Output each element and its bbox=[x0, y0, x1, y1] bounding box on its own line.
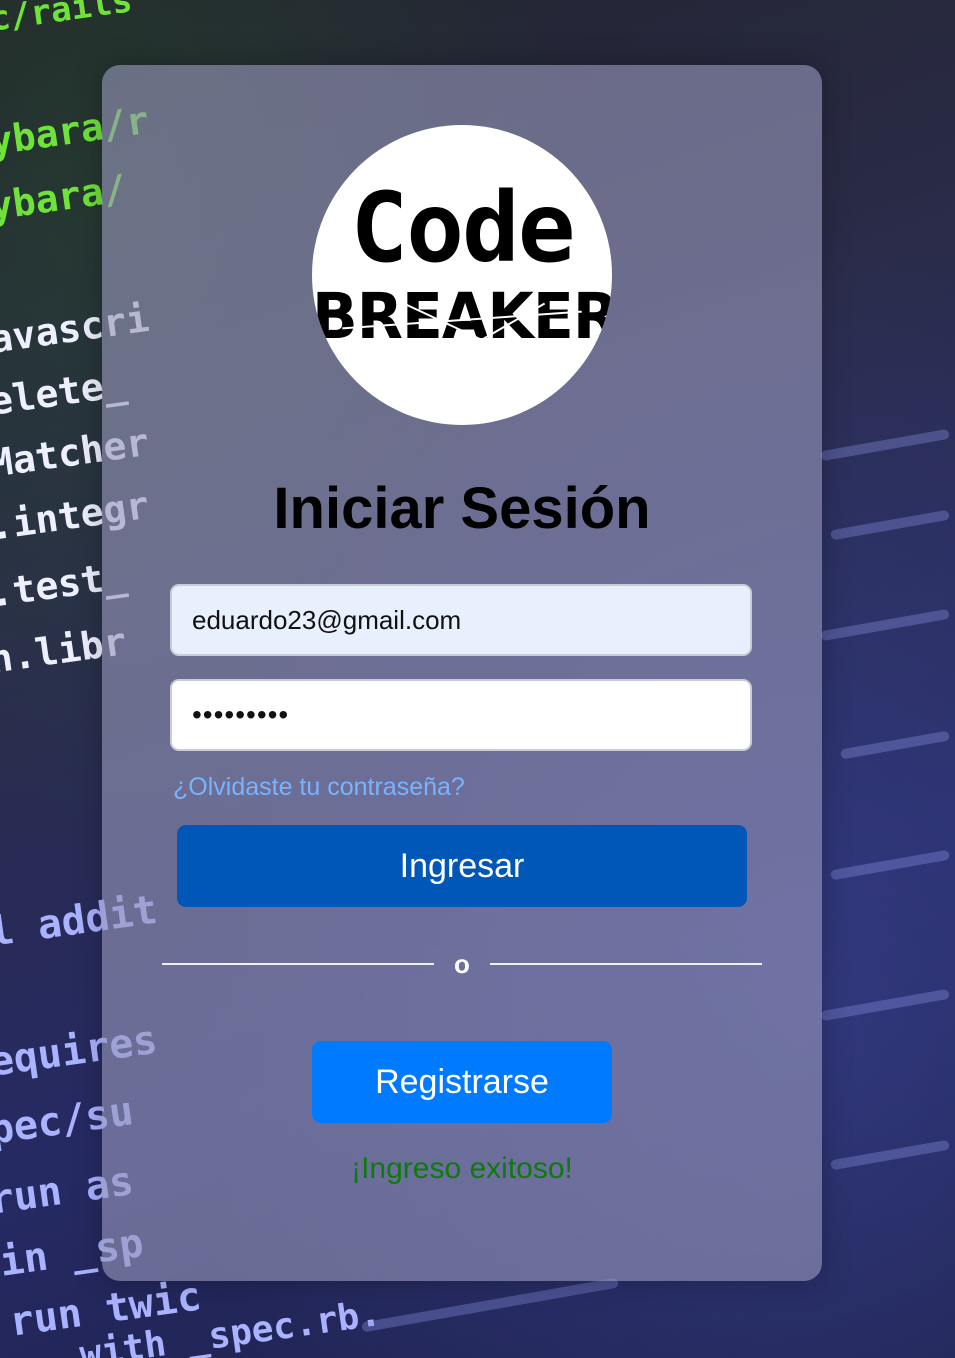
divider-text: o bbox=[454, 949, 470, 979]
background-stripe bbox=[820, 988, 950, 1022]
logo-code-text: Code bbox=[350, 172, 575, 284]
code-breaker-logo: Code BREAKER bbox=[312, 125, 612, 425]
background-stripe bbox=[820, 608, 950, 642]
background-stripe bbox=[820, 428, 950, 462]
forgot-password-link[interactable]: ¿Olvidaste tu contraseña? bbox=[173, 773, 465, 802]
logo-breaker-text: BREAKER bbox=[312, 280, 612, 354]
status-message: ¡Ingreso exitoso! bbox=[351, 1152, 573, 1185]
password-field[interactable] bbox=[170, 679, 752, 751]
background-stripe bbox=[839, 730, 951, 760]
background-stripe bbox=[830, 1139, 950, 1171]
divider-line bbox=[490, 963, 762, 965]
register-button[interactable]: Registrarse bbox=[312, 1041, 612, 1123]
login-button[interactable]: Ingresar bbox=[177, 825, 747, 907]
page-title: Iniciar Sesión bbox=[273, 476, 651, 541]
background-code-line: c/rails bbox=[0, 0, 135, 40]
email-field[interactable] bbox=[170, 584, 752, 656]
background-stripe bbox=[830, 509, 950, 541]
background-stripe bbox=[361, 1277, 619, 1333]
background-stripe bbox=[830, 849, 950, 881]
divider-line bbox=[162, 963, 434, 965]
login-card: Code BREAKER Iniciar Sesión ¿Olvidaste t… bbox=[102, 65, 822, 1281]
